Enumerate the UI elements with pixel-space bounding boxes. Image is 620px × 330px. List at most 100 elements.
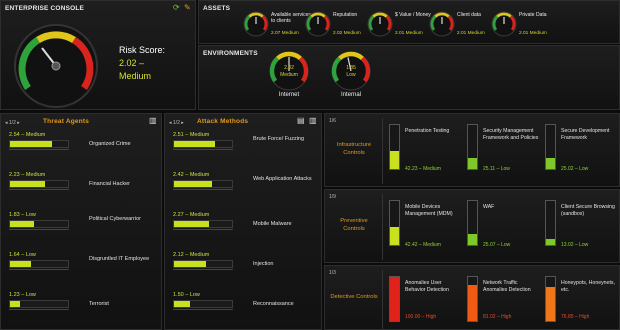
threat-agent-row[interactable]: 2.23 – Medium Financial Hacker [9,172,155,202]
threat-agent-bar [9,300,69,308]
attack-method-bar [173,140,233,148]
control-value: 25.07 – Low [483,242,511,248]
asset-gauge [367,11,393,37]
asset-value: 2.01 Medium [519,31,547,36]
environment-name: Internet [278,92,300,98]
attack-method-bar [173,180,233,188]
threat-agent-value: 1.83 – Low [9,212,36,218]
environment-name: Internal [340,92,361,98]
threat-agent-label: Organized Crime [89,141,131,147]
threat-agent-row[interactable]: 1.23 – Low Terrorist [9,292,155,322]
asset-label: Private Data [519,12,547,18]
control-gauge [389,124,400,170]
threat-agent-bar-fill [10,221,35,227]
attack-method-label: Brute Force/ Fuzzing [253,136,305,142]
threat-agent-value: 2.23 – Medium [9,172,46,178]
controls-panel: 1/3 Detective Controls Anomalies User Beha… [324,265,620,330]
threat-agent-row[interactable]: 2.54 – Medium Organized Crime [9,132,155,162]
threat-agents-title: Threat Agents [43,118,90,125]
assets-panel: ASSETS Available services to clients 2.07… [198,0,620,44]
control-gauge [545,276,556,322]
attack-method-row[interactable]: 2.12 – Medium Injection [173,252,319,282]
risk-gauge [14,24,98,108]
control-value: 76.85 – High [561,314,590,320]
attack-method-scale [173,229,233,233]
controls-pager[interactable]: 1/9 [329,194,336,200]
control-gauge [467,200,478,246]
threat-agent-row[interactable]: 1.83 – Low Political Cyberwarrior [9,212,155,242]
control-label: Anomalies User Behavior Detection [405,280,449,293]
control-label: WAF [483,204,495,210]
threat-agent-label: Terrorist [89,301,109,307]
console-title: ENTERPRISE CONSOLE [5,5,85,12]
controls-pager[interactable]: 1/6 [329,118,336,124]
control-gauge [545,200,556,246]
attack-method-bar-fill [174,221,209,227]
control-gauge [389,200,400,246]
assets-title: ASSETS [203,5,231,12]
controls-pager[interactable]: 1/3 [329,270,336,276]
threat-agent-value: 1.23 – Low [9,292,36,298]
environment-level: Medium [280,72,298,78]
control-label: Client Secure Browsing (sandbox) [561,204,615,217]
threat-agents-pager[interactable]: ◂ 1/2 ▸ [5,120,20,126]
controls-panel: 1/6 Infrastructure Controls Penetration Te… [324,113,620,187]
control-label: Penetration Testing [405,128,450,134]
controls-panel: 1/9 Preventive Controls Mobile Devices Man… [324,189,620,263]
control-gauge-fill [546,239,555,245]
threat-agent-value: 1.64 – Low [9,252,36,258]
attack-method-row[interactable]: 1.50 – Low Reconnaissance [173,292,319,322]
attack-method-bar [173,300,233,308]
attack-method-bar-fill [174,261,206,267]
threat-agent-bar-fill [10,181,45,187]
asset-value: 2.02 Medium [333,31,361,36]
asset-value: 2.01 Medium [457,31,485,36]
threat-agents-panel: ◂ 1/2 ▸ Threat Agents ▥ 2.54 – Medium Org… [0,113,162,330]
control-gauge-fill [468,158,477,169]
attack-method-scale [173,149,233,153]
divider [382,194,383,260]
control-label: Mobile Devices Management (MDM) [405,204,453,217]
control-gauge [467,276,478,322]
threat-agent-label: Disgruntled IT Employee [89,256,150,262]
control-gauge [545,124,556,170]
attack-method-value: 2.12 – Medium [173,252,210,258]
enterprise-console-panel: ENTERPRISE CONSOLE ⟳ ✎ Risk Score: 2.02 … [0,0,196,110]
list-icon[interactable]: ▤ [297,116,305,125]
settings-icon[interactable]: ✎ [184,3,191,12]
attack-method-row[interactable]: 2.51 – Medium Brute Force/ Fuzzing [173,132,319,162]
attack-method-bar-fill [174,141,215,147]
bar-chart-icon[interactable]: ▥ [149,116,157,125]
threat-agent-scale [9,189,69,193]
control-value: 13.02 – Low [561,242,589,248]
control-value: 100.00 – High [405,314,437,320]
attack-method-label: Reconnaissance [253,301,294,307]
threat-agent-row[interactable]: 1.64 – Low Disgruntled IT Employee [9,252,155,282]
asset-gauge [243,11,269,37]
attack-method-label: Mobile Malware [253,221,292,227]
attack-method-row[interactable]: 2.42 – Medium Web Application Attacks [173,172,319,202]
attack-method-row[interactable]: 2.27 – Medium Mobile Malware [173,212,319,242]
control-gauge-fill [546,158,555,169]
control-value: 42.23 – Medium [405,166,441,172]
control-gauge-fill [468,234,477,245]
risk-score-label: Risk Score: [119,45,166,55]
controls-title: Detective Controls [330,294,378,300]
attack-method-bar-fill [174,181,213,187]
environment-value: 1.85 [346,65,356,71]
bar-chart-icon[interactable]: ▥ [309,116,317,125]
refresh-icon[interactable]: ⟳ [173,3,180,12]
control-value: 25.02 – Low [561,166,589,172]
asset-gauge [305,11,331,37]
attack-method-label: Injection [253,261,274,267]
control-value: 81.02 – High [483,314,512,320]
control-gauge-fill [546,287,555,321]
control-gauge [467,124,478,170]
attack-method-scale [173,269,233,273]
environment-value: 2.02 [284,65,294,71]
control-gauge-fill [390,226,399,245]
attack-methods-title: Attack Methods [197,118,249,125]
attack-methods-pager[interactable]: ◂ 1/2 ▸ [169,120,184,126]
attack-method-scale [173,189,233,193]
asset-gauge [491,11,517,37]
